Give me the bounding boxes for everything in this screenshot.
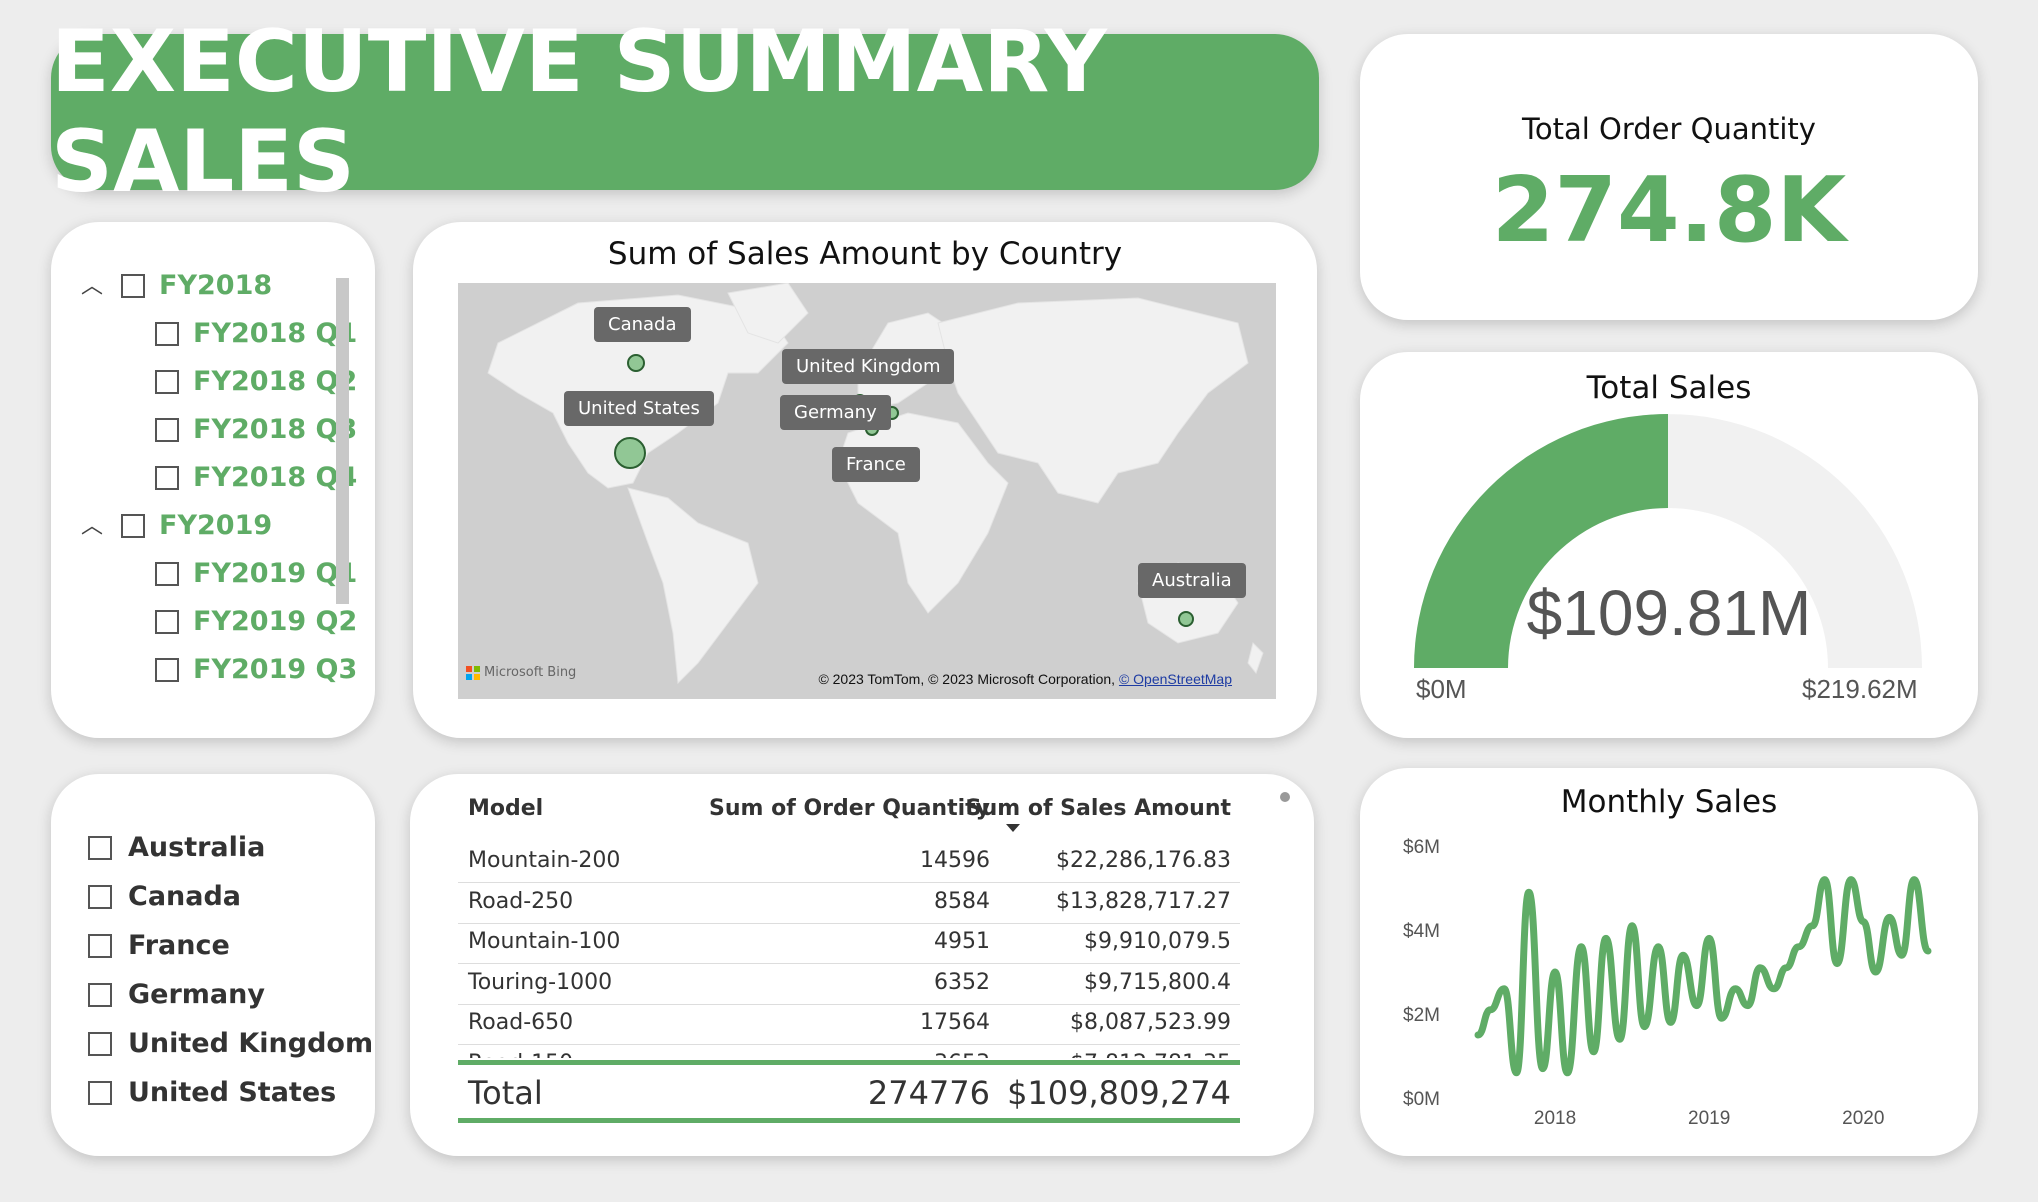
- model-name-cell: Touring-1000: [468, 969, 613, 995]
- data-point[interactable]: [1872, 969, 1879, 975]
- monthly-sales-card: Monthly Sales $0M $2M $4M $6M 2018 2019 2020: [1360, 768, 1978, 1156]
- row-divider: [458, 1044, 1240, 1045]
- total-sales-amount: $109,809,274: [1007, 1074, 1231, 1112]
- y-tick-label: $6M: [1403, 837, 1440, 858]
- total-row-bottom-border: [458, 1118, 1240, 1123]
- data-point[interactable]: [1783, 964, 1790, 971]
- data-point[interactable]: [1564, 1069, 1571, 1076]
- data-point[interactable]: [1679, 952, 1686, 959]
- x-tick-label: 2018: [1534, 1108, 1576, 1129]
- model-name-cell: Road-250: [468, 888, 574, 914]
- data-point[interactable]: [1590, 1048, 1597, 1055]
- data-point[interactable]: [1487, 1006, 1494, 1013]
- data-point[interactable]: [1809, 922, 1816, 929]
- data-point[interactable]: [1501, 985, 1508, 992]
- data-point[interactable]: [1718, 1015, 1725, 1022]
- data-point[interactable]: [1925, 948, 1931, 954]
- sales-amount-cell: $7,812,781.35: [931, 1051, 1231, 1059]
- sales-amount-cell: $8,087,523.99: [1070, 1010, 1231, 1035]
- data-point[interactable]: [1552, 969, 1559, 975]
- sales-amount-cell: $9,910,079.5: [1084, 929, 1231, 954]
- table-scroll-dot[interactable]: [1280, 792, 1290, 802]
- x-tick-label: 2020: [1842, 1108, 1884, 1129]
- country-option-united-states[interactable]: United States: [88, 1077, 336, 1108]
- model-name-cell: Road-150: [468, 1051, 573, 1059]
- data-point[interactable]: [1834, 960, 1841, 967]
- data-point[interactable]: [1757, 964, 1764, 971]
- data-point[interactable]: [1641, 1023, 1648, 1030]
- y-tick-label: $0M: [1403, 1089, 1440, 1110]
- row-divider: [458, 882, 1240, 883]
- data-point[interactable]: [1602, 935, 1609, 942]
- data-point[interactable]: [1886, 914, 1893, 921]
- data-point[interactable]: [1847, 876, 1854, 883]
- data-point[interactable]: [1539, 1065, 1546, 1072]
- data-point[interactable]: [1860, 918, 1867, 925]
- checkbox[interactable]: [88, 1080, 112, 1105]
- data-point[interactable]: [1525, 889, 1532, 896]
- total-row-top-border: [458, 1060, 1240, 1065]
- data-point[interactable]: [1744, 1002, 1751, 1009]
- row-divider: [458, 963, 1240, 964]
- sales-amount-cell: $22,286,176.83: [1056, 848, 1231, 873]
- y-tick-label: $4M: [1403, 921, 1440, 942]
- data-point[interactable]: [1578, 943, 1585, 950]
- model-name-cell: Mountain-100: [468, 929, 621, 954]
- data-point[interactable]: [1693, 1002, 1700, 1009]
- data-point[interactable]: [1655, 943, 1662, 950]
- row-divider: [458, 1003, 1240, 1005]
- model-name-cell: Road-650: [468, 1010, 574, 1035]
- model-name-cell: Mountain-200: [468, 848, 621, 873]
- sales-amount-cell: $13,828,717.27: [1056, 888, 1231, 914]
- monthly-sales-chart: $0M $2M $4M $6M 2018 2019 2020: [1403, 837, 1932, 1129]
- data-point[interactable]: [1629, 922, 1636, 929]
- y-tick-label: $2M: [1403, 1005, 1440, 1026]
- sales-amount-cell: $9,715,800.4: [1084, 969, 1231, 995]
- data-point[interactable]: [1770, 985, 1777, 992]
- data-point[interactable]: [1513, 1069, 1520, 1076]
- x-tick-label: 2019: [1688, 1108, 1730, 1129]
- country-option-label: United States: [128, 1077, 337, 1108]
- data-point[interactable]: [1616, 1036, 1623, 1043]
- data-point[interactable]: [1732, 985, 1739, 992]
- total-label: Total: [468, 1074, 543, 1112]
- data-point[interactable]: [1667, 1019, 1674, 1026]
- data-point[interactable]: [1911, 876, 1918, 883]
- data-point[interactable]: [1475, 1032, 1481, 1038]
- data-point[interactable]: [1706, 935, 1713, 942]
- data-point[interactable]: [1795, 943, 1802, 950]
- data-point[interactable]: [1821, 876, 1828, 883]
- data-point[interactable]: [1898, 952, 1905, 959]
- row-divider: [458, 922, 1240, 924]
- monthly-sales-line[interactable]: [1474, 876, 1932, 1077]
